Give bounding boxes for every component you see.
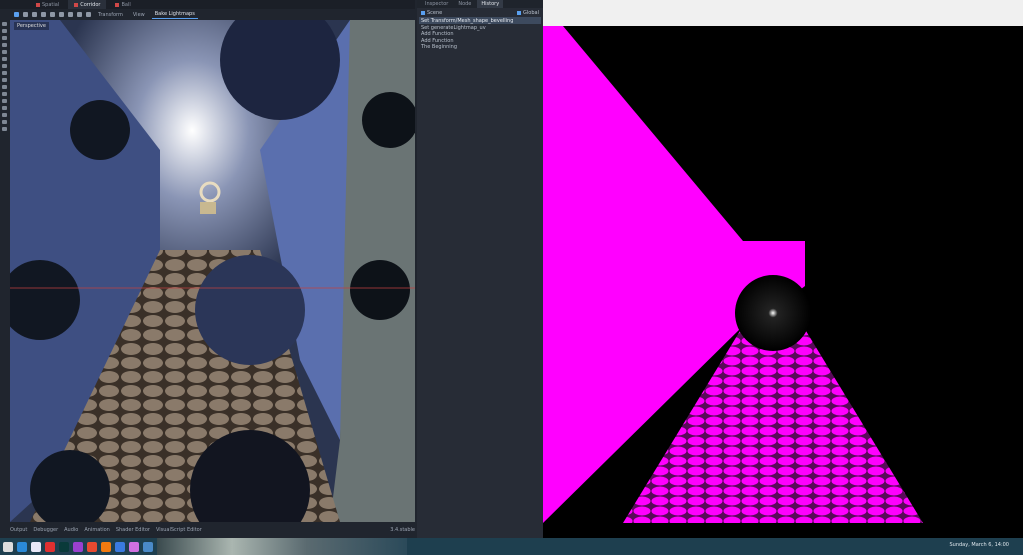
app-icon[interactable] (59, 541, 69, 552)
bottom-panel-tabs: Output Debugger Audio Animation Shader E… (10, 526, 415, 534)
tab-ball[interactable]: Ball (109, 0, 136, 9)
history-dock: Inspector Node History Scene Global Set … (417, 0, 543, 538)
scene-tabs: Spatial Corridor Ball (0, 0, 415, 9)
app-icon[interactable] (129, 541, 139, 552)
select-tool-icon[interactable] (14, 12, 19, 17)
clock[interactable]: Sunday, March 6, 14:00 (950, 542, 1010, 548)
tab-inspector[interactable]: Inspector (421, 0, 452, 8)
viewport-toolbar: Transform View Bake Lightmaps (10, 9, 415, 20)
taskbar-wallpaper (157, 538, 407, 555)
tool-icon[interactable] (2, 36, 7, 40)
tab-visualscript[interactable]: VisualScript Editor (156, 527, 202, 533)
app-icon[interactable] (87, 541, 97, 552)
bake-lightmaps-button[interactable]: Bake Lightmaps (151, 10, 198, 19)
tab-output[interactable]: Output (10, 527, 27, 533)
godot-icon[interactable] (143, 541, 153, 552)
tab-animation[interactable]: Animation (84, 527, 110, 533)
rotate-tool-icon[interactable] (32, 12, 37, 17)
scene-icon (36, 2, 40, 7)
local-space-icon[interactable] (77, 12, 82, 17)
app-icon[interactable] (73, 541, 83, 552)
tool-icon[interactable] (2, 92, 7, 96)
tool-icon[interactable] (2, 22, 7, 26)
history-item[interactable]: The Beginning (419, 43, 541, 50)
tab-history[interactable]: History (477, 0, 504, 8)
tool-icon[interactable] (2, 64, 7, 68)
system-tray: Sunday, March 6, 14:00 (950, 542, 1010, 548)
app-icon[interactable] (101, 541, 111, 552)
tab-audio[interactable]: Audio (64, 527, 78, 533)
transform-menu[interactable]: Transform (95, 11, 126, 19)
tool-icon[interactable] (2, 113, 7, 117)
tool-icon[interactable] (2, 57, 7, 61)
tab-corridor[interactable]: Corridor (68, 0, 107, 9)
tool-icon[interactable] (2, 120, 7, 124)
checkbox-icon (421, 10, 425, 15)
tool-icon[interactable] (2, 50, 7, 54)
tab-node[interactable]: Node (454, 0, 475, 8)
tool-icon[interactable] (2, 43, 7, 47)
view-menu[interactable]: View (130, 11, 148, 19)
3d-viewport[interactable]: Perspective (10, 20, 415, 522)
tool-icon[interactable] (2, 78, 7, 82)
scale-tool-icon[interactable] (41, 12, 46, 17)
scene-icon (74, 2, 79, 7)
global-checkbox[interactable]: Global (517, 10, 539, 16)
app-icon[interactable] (31, 541, 41, 552)
scene-checkbox[interactable]: Scene (421, 10, 442, 16)
tool-icon[interactable] (2, 127, 7, 131)
tool-icon[interactable] (2, 71, 7, 75)
taskbar: Sunday, March 6, 14:00 (0, 538, 1023, 555)
snap-icon[interactable] (86, 12, 91, 17)
tool-icon[interactable] (2, 99, 7, 103)
move-tool-icon[interactable] (23, 12, 28, 17)
game-window[interactable] (543, 26, 1023, 523)
scene-icon (115, 2, 120, 7)
list-tool-icon[interactable] (50, 12, 55, 17)
version-label: 3.4.stable (390, 527, 415, 533)
game-render (543, 26, 923, 523)
left-toolstrip (0, 20, 9, 360)
app-icon[interactable] (115, 541, 125, 552)
tool-icon[interactable] (2, 106, 7, 110)
tab-shader-editor[interactable]: Shader Editor (116, 527, 150, 533)
tool-icon[interactable] (2, 85, 7, 89)
app-icon[interactable] (17, 541, 27, 552)
corridor-scene (10, 20, 415, 522)
tab-spatial[interactable]: Spatial (30, 0, 65, 9)
group-icon[interactable] (68, 12, 73, 17)
viewport-perspective-label[interactable]: Perspective (14, 22, 49, 30)
app-icon[interactable] (45, 541, 55, 552)
app-launcher-icon[interactable] (3, 541, 13, 552)
tool-icon[interactable] (2, 29, 7, 33)
game-window-titlebar (543, 0, 1023, 26)
lock-icon[interactable] (59, 12, 64, 17)
checkbox-icon (517, 10, 522, 15)
tab-debugger[interactable]: Debugger (33, 527, 58, 533)
